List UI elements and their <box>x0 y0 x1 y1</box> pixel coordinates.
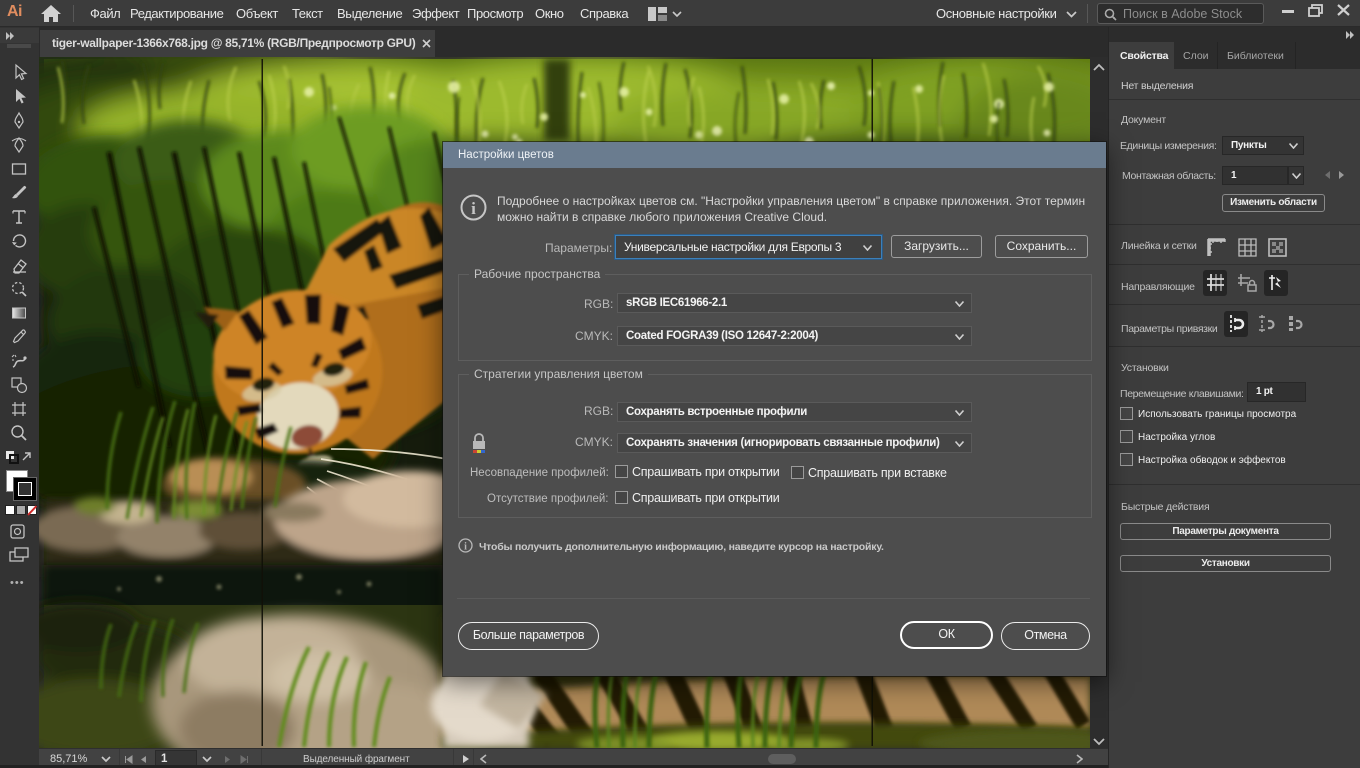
svg-text:i: i <box>471 199 476 218</box>
svg-text:i: i <box>464 542 467 553</box>
